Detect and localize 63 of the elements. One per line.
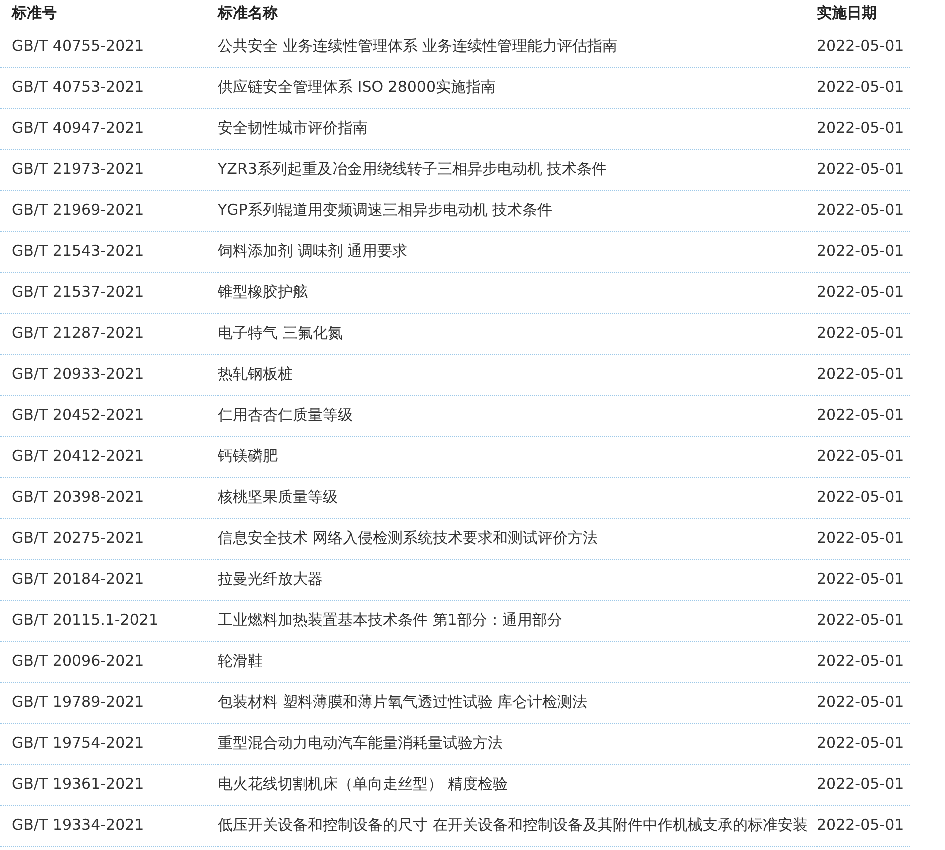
column-header: 标准号	[12, 4, 57, 22]
table-cell: 2022-05-01	[817, 283, 904, 301]
table-cell: 电火花线切割机床（单向走丝型） 精度检验	[218, 775, 508, 793]
table-cell: 2022-05-01	[817, 201, 904, 219]
table-cell: GB/T 20184-2021	[12, 570, 144, 588]
table-cell: GB/T 21543-2021	[12, 242, 144, 260]
table-cell: 钙镁磷肥	[218, 447, 278, 465]
table-cell: GB/T 20096-2021	[12, 652, 144, 670]
table-cell: 2022-05-01	[817, 406, 904, 424]
table-cell: 2022-05-01	[817, 119, 904, 137]
column-header: 实施日期	[817, 4, 877, 22]
table-cell: 工业燃料加热装置基本技术条件 第1部分：通用部分	[218, 611, 562, 629]
table-cell: GB/T 19334-2021	[12, 816, 144, 834]
table-cell: 2022-05-01	[817, 611, 904, 629]
table-cell: 仁用杏杏仁质量等级	[218, 406, 353, 424]
table-cell: 锥型橡胶护舷	[218, 283, 308, 301]
table-cell: GB/T 40755-2021	[12, 37, 144, 55]
table-cell: 安全韧性城市评价指南	[218, 119, 368, 137]
table-cell: 重型混合动力电动汽车能量消耗量试验方法	[218, 734, 503, 752]
table-cell: 2022-05-01	[817, 160, 904, 178]
table-cell: YGP系列辊道用变频调速三相异步电动机 技术条件	[218, 201, 553, 219]
table-cell: 轮滑鞋	[218, 652, 263, 670]
table-cell: GB/T 20412-2021	[12, 447, 144, 465]
table-cell: 2022-05-01	[817, 693, 904, 711]
table-cell: 热轧钢板桩	[218, 365, 293, 383]
table-cell: GB/T 19361-2021	[12, 775, 144, 793]
table-cell: 2022-05-01	[817, 365, 904, 383]
table-cell: YZR3系列起重及冶金用绕线转子三相异步电动机 技术条件	[218, 160, 608, 178]
table-cell: 拉曼光纤放大器	[218, 570, 323, 588]
table-cell: 2022-05-01	[817, 652, 904, 670]
table-cell: 2022-05-01	[817, 775, 904, 793]
table-cell: GB/T 19789-2021	[12, 693, 144, 711]
table-cell: GB/T 21973-2021	[12, 160, 144, 178]
table-cell: GB/T 20275-2021	[12, 529, 144, 547]
table-cell: 2022-05-01	[817, 447, 904, 465]
table-cell: GB/T 20933-2021	[12, 365, 144, 383]
table-cell: GB/T 21537-2021	[12, 283, 144, 301]
table-cell: 2022-05-01	[817, 529, 904, 547]
table-cell: 供应链安全管理体系 ISO 28000实施指南	[218, 78, 496, 96]
column-header: 标准名称	[218, 4, 278, 22]
table-cell: GB/T 20398-2021	[12, 488, 144, 506]
table-cell: 信息安全技术 网络入侵检测系统技术要求和测试评价方法	[218, 529, 598, 547]
table-cell: 2022-05-01	[817, 816, 904, 834]
table-cell: 电子特气 三氟化氮	[218, 324, 343, 342]
table-cell: 包装材料 塑料薄膜和薄片氧气透过性试验 库仑计检测法	[218, 693, 588, 711]
table-cell: 2022-05-01	[817, 78, 904, 96]
table-cell: GB/T 21287-2021	[12, 324, 144, 342]
table-cell: GB/T 40753-2021	[12, 78, 144, 96]
table-cell: 2022-05-01	[817, 734, 904, 752]
table-cell: 公共安全 业务连续性管理体系 业务连续性管理能力评估指南	[218, 37, 618, 55]
table-cell: 饲料添加剂 调味剂 通用要求	[218, 242, 408, 260]
table-cell: GB/T 19754-2021	[12, 734, 144, 752]
table-cell: GB/T 20452-2021	[12, 406, 144, 424]
table-cell: 2022-05-01	[817, 242, 904, 260]
table-cell: GB/T 20115.1-2021	[12, 611, 159, 629]
table-cell: 2022-05-01	[817, 37, 904, 55]
table-cell: 2022-05-01	[817, 570, 904, 588]
table-cell: 2022-05-01	[817, 488, 904, 506]
table-cell: 低压开关设备和控制设备的尺寸 在开关设备和控制设备及其附件中作机械支承的标准安装	[218, 816, 808, 834]
table-cell: GB/T 21969-2021	[12, 201, 144, 219]
table-cell: GB/T 40947-2021	[12, 119, 144, 137]
table-cell: 2022-05-01	[817, 324, 904, 342]
table-cell: 核桃坚果质量等级	[218, 488, 338, 506]
